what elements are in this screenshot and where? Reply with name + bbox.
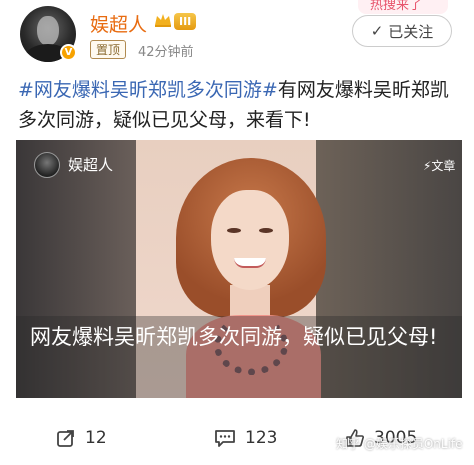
repost-icon	[57, 430, 74, 447]
video-card[interactable]: 娱超人 ⚡文章 网友爆料吴昕郑凯多次同游，疑似已见父母!	[16, 140, 462, 398]
username[interactable]: 娱超人	[90, 10, 147, 37]
watermark: 知乎 @娱乐探员OnLife	[336, 437, 463, 451]
hot-search-label: 热搜来了	[370, 0, 423, 13]
photo-eye-right	[259, 228, 273, 233]
follow-label: 已关注	[388, 22, 434, 41]
repost-count: 12	[85, 428, 107, 448]
pinned-tag: 置顶	[90, 40, 127, 59]
photo-face	[211, 190, 289, 290]
level-badge: III	[174, 13, 197, 30]
post-text: #网友爆料吴昕郑凯多次同游#有网友爆料吴昕郑凯多次同游，疑似已见父母，来看下!	[18, 75, 464, 135]
card-caption: 网友爆料吴昕郑凯多次同游，疑似已见父母!	[30, 325, 438, 349]
photo-smile	[234, 258, 266, 268]
card-author-avatar	[34, 152, 60, 178]
avatar-face	[37, 16, 59, 46]
follow-button[interactable]: ✓ 已关注	[352, 15, 452, 47]
repost-button[interactable]: 12	[56, 428, 107, 448]
crown-icon	[155, 14, 171, 27]
comment-count: 123	[245, 428, 278, 448]
verified-icon: V	[60, 44, 77, 61]
comment-icon	[215, 430, 235, 447]
card-author: 娱超人	[68, 156, 114, 174]
comment-button[interactable]: 123	[214, 428, 277, 448]
photo-eye-left	[227, 228, 241, 233]
hot-search-tag[interactable]: 热搜来了	[358, 0, 448, 14]
hashtag-link[interactable]: #网友爆料吴昕郑凯多次同游#	[18, 79, 278, 101]
check-icon: ✓	[370, 22, 384, 40]
post-time: 42分钟前	[138, 45, 194, 60]
article-tag: ⚡文章	[423, 159, 456, 173]
